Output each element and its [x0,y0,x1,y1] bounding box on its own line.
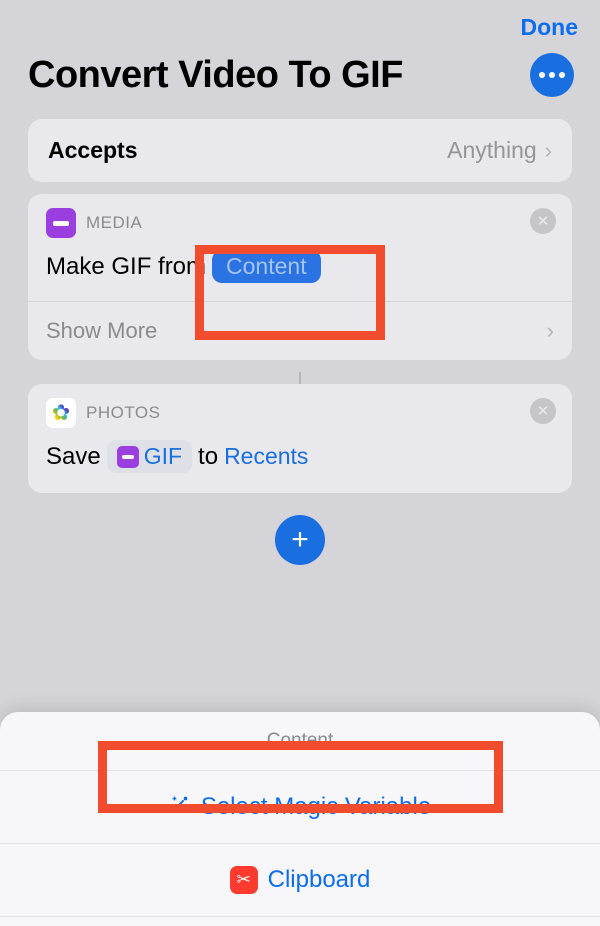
plus-icon: + [291,523,309,557]
ellipsis-icon [539,72,545,78]
accepts-value: Anything › [447,137,552,164]
action-text: Make GIF from [46,253,206,281]
wand-icon [169,793,191,821]
category-label: PHOTOS [86,403,160,423]
photos-icon [46,398,76,428]
variable-pill-gif[interactable]: GIF [107,440,192,473]
chevron-right-icon: › [547,318,554,344]
media-icon [46,208,76,238]
page-title: Convert Video To GIF [28,54,403,97]
clipboard-option[interactable]: ✂ Clipboard [0,843,600,916]
select-magic-variable-option[interactable]: Select Magic Variable [0,770,600,843]
done-button[interactable]: Done [521,14,579,41]
category-label: MEDIA [86,213,142,233]
accepts-label: Accepts [48,137,137,164]
variable-picker-sheet: Content Select Magic Variable ✂ Clipboar… [0,712,600,926]
action-save-photos: ✕ PHOTOS Save GIF to Recents [28,384,572,493]
show-more-button[interactable]: Show More › [28,301,572,360]
accepts-row[interactable]: Accepts Anything › [28,119,572,182]
action-text: to [198,443,218,471]
action-text: Save [46,443,101,471]
media-icon [117,446,139,468]
sheet-title: Content [0,712,600,770]
scissors-icon: ✂ [230,866,258,894]
connector-line [299,372,301,384]
action-make-gif: ✕ MEDIA Make GIF from Content Show More … [28,194,572,360]
close-icon[interactable]: ✕ [530,398,556,424]
destination-link[interactable]: Recents [224,443,308,470]
close-icon[interactable]: ✕ [530,208,556,234]
variable-token-content[interactable]: Content [212,250,321,283]
chevron-right-icon: › [545,138,552,164]
add-action-button[interactable]: + [275,515,325,565]
more-options-button[interactable] [530,53,574,97]
